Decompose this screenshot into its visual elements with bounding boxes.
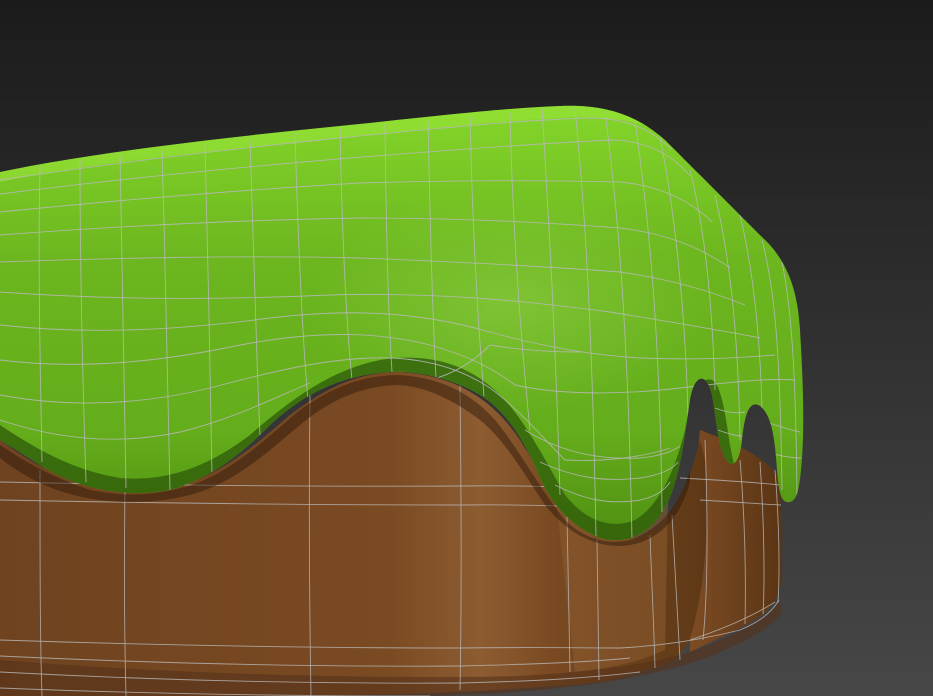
viewport-canvas[interactable] xyxy=(0,0,933,696)
3d-viewport[interactable] xyxy=(0,0,933,696)
